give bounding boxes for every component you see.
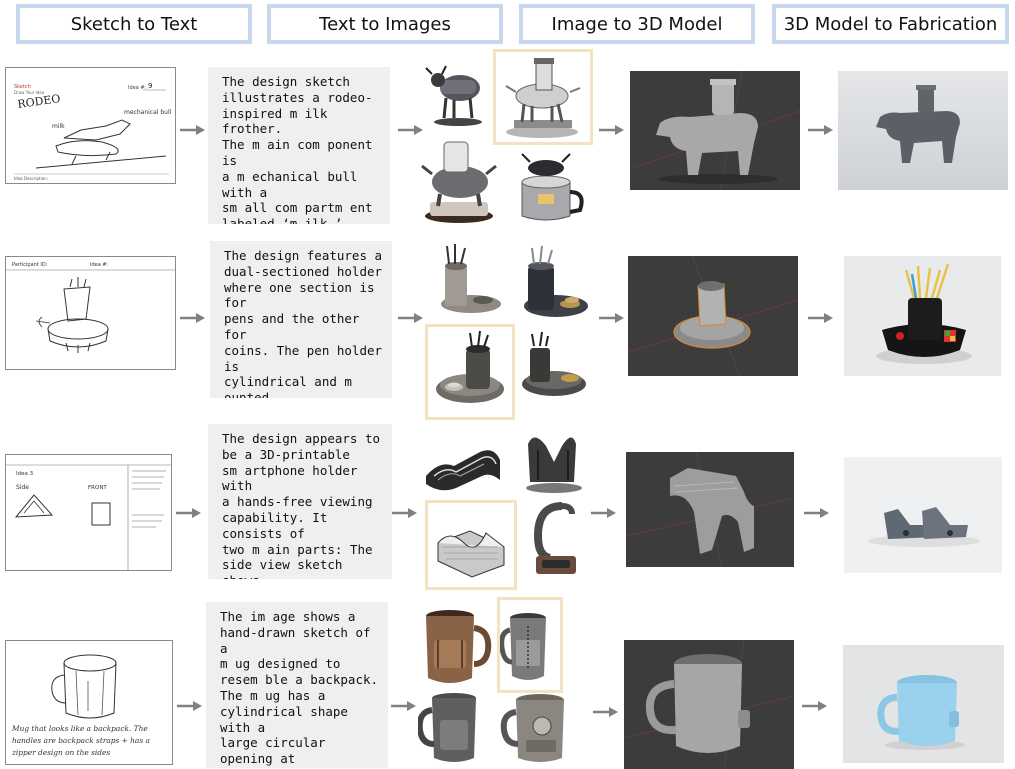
stage-header-text-to-images: Text to Images [267, 4, 503, 44]
3d-model-viewport[interactable] [624, 640, 794, 769]
arrow-icon [599, 312, 625, 324]
arrow-icon [391, 700, 417, 712]
stage-header-image-to-3d: Image to 3D Model [519, 4, 755, 44]
generated-image-3-selected[interactable] [425, 324, 515, 420]
arrow-icon [180, 124, 206, 136]
fabricated-photo [838, 71, 1008, 190]
description-box: The im age shows a hand-drawn sketch of … [206, 602, 388, 768]
sketch-pen-holder: Participant ID: Idea #: [5, 256, 176, 370]
generated-image-4[interactable] [520, 500, 590, 586]
generated-image-1[interactable] [422, 58, 494, 130]
sketch-note-milk: milk [52, 123, 65, 130]
sketch-backpack-mug: Mug that looks like a backpack. The hand… [5, 640, 173, 765]
3d-model-viewport[interactable] [630, 71, 800, 190]
sketch-phone-holder: Idea 3 Side FRONT [5, 454, 172, 571]
generated-image-3-selected[interactable] [425, 500, 517, 590]
sketch-idea-label: Idea 3 [16, 471, 34, 477]
idea-number-value: 9 [148, 82, 152, 90]
arrow-icon [804, 507, 830, 519]
description-box: The design sketch illustrates a rodeo- i… [208, 67, 390, 224]
arrow-icon [177, 700, 203, 712]
participant-label: Participant ID: [12, 262, 48, 268]
arrow-icon [180, 312, 206, 324]
generated-image-4[interactable] [516, 328, 592, 404]
generated-image-1[interactable] [412, 604, 492, 690]
stage-header-3d-to-fabrication: 3D Model to Fabrication [772, 4, 1009, 44]
fabricated-photo [844, 256, 1001, 376]
arrow-icon [176, 507, 202, 519]
generated-image-3[interactable] [418, 690, 494, 768]
fabricated-photo [844, 457, 1002, 573]
sketch-rodeo: Sketch Draw Your Idea Idea #: 9 RODEO mi… [5, 67, 176, 184]
stage-header-sketch-to-text: Sketch to Text [16, 4, 252, 44]
generated-image-3[interactable] [418, 136, 500, 226]
generated-image-2-selected[interactable] [497, 597, 563, 693]
description-box: The design appears to be a 3D-printable … [208, 424, 392, 579]
sketch-footer: Idea Description: [14, 176, 48, 181]
arrow-icon [398, 124, 424, 136]
3d-model-viewport[interactable] [626, 452, 794, 567]
stage-label: Text to Images [319, 13, 451, 35]
sketch-caption: Mug that looks like a backpack. The hand… [12, 724, 150, 757]
generated-image-2[interactable] [514, 424, 590, 496]
sketch-note-bull: mechanical bull [124, 109, 172, 116]
generated-image-1[interactable] [420, 430, 506, 496]
3d-model-viewport[interactable] [628, 256, 798, 376]
sketch-side-label: Side [16, 484, 29, 491]
idea-number-label: Idea #: [90, 262, 109, 268]
fabricated-photo [843, 645, 1004, 763]
arrow-icon [599, 124, 625, 136]
stage-label: 3D Model to Fabrication [783, 13, 998, 35]
arrow-icon [802, 700, 828, 712]
arrow-icon [392, 507, 418, 519]
generated-image-4[interactable] [512, 146, 588, 228]
arrow-icon [808, 312, 834, 324]
arrow-icon [398, 312, 424, 324]
stage-label: Image to 3D Model [551, 13, 723, 35]
generated-image-1[interactable] [433, 240, 503, 318]
arrow-icon [593, 706, 619, 718]
stage-label: Sketch to Text [70, 13, 198, 35]
description-box: The design features a dual-sectioned hol… [210, 241, 392, 398]
generated-image-2-selected[interactable] [493, 49, 593, 145]
arrow-icon [591, 507, 617, 519]
generated-image-4[interactable] [500, 690, 578, 768]
sketch-front-label: FRONT [88, 485, 107, 491]
arrow-icon [808, 124, 834, 136]
generated-image-2[interactable] [518, 244, 592, 322]
